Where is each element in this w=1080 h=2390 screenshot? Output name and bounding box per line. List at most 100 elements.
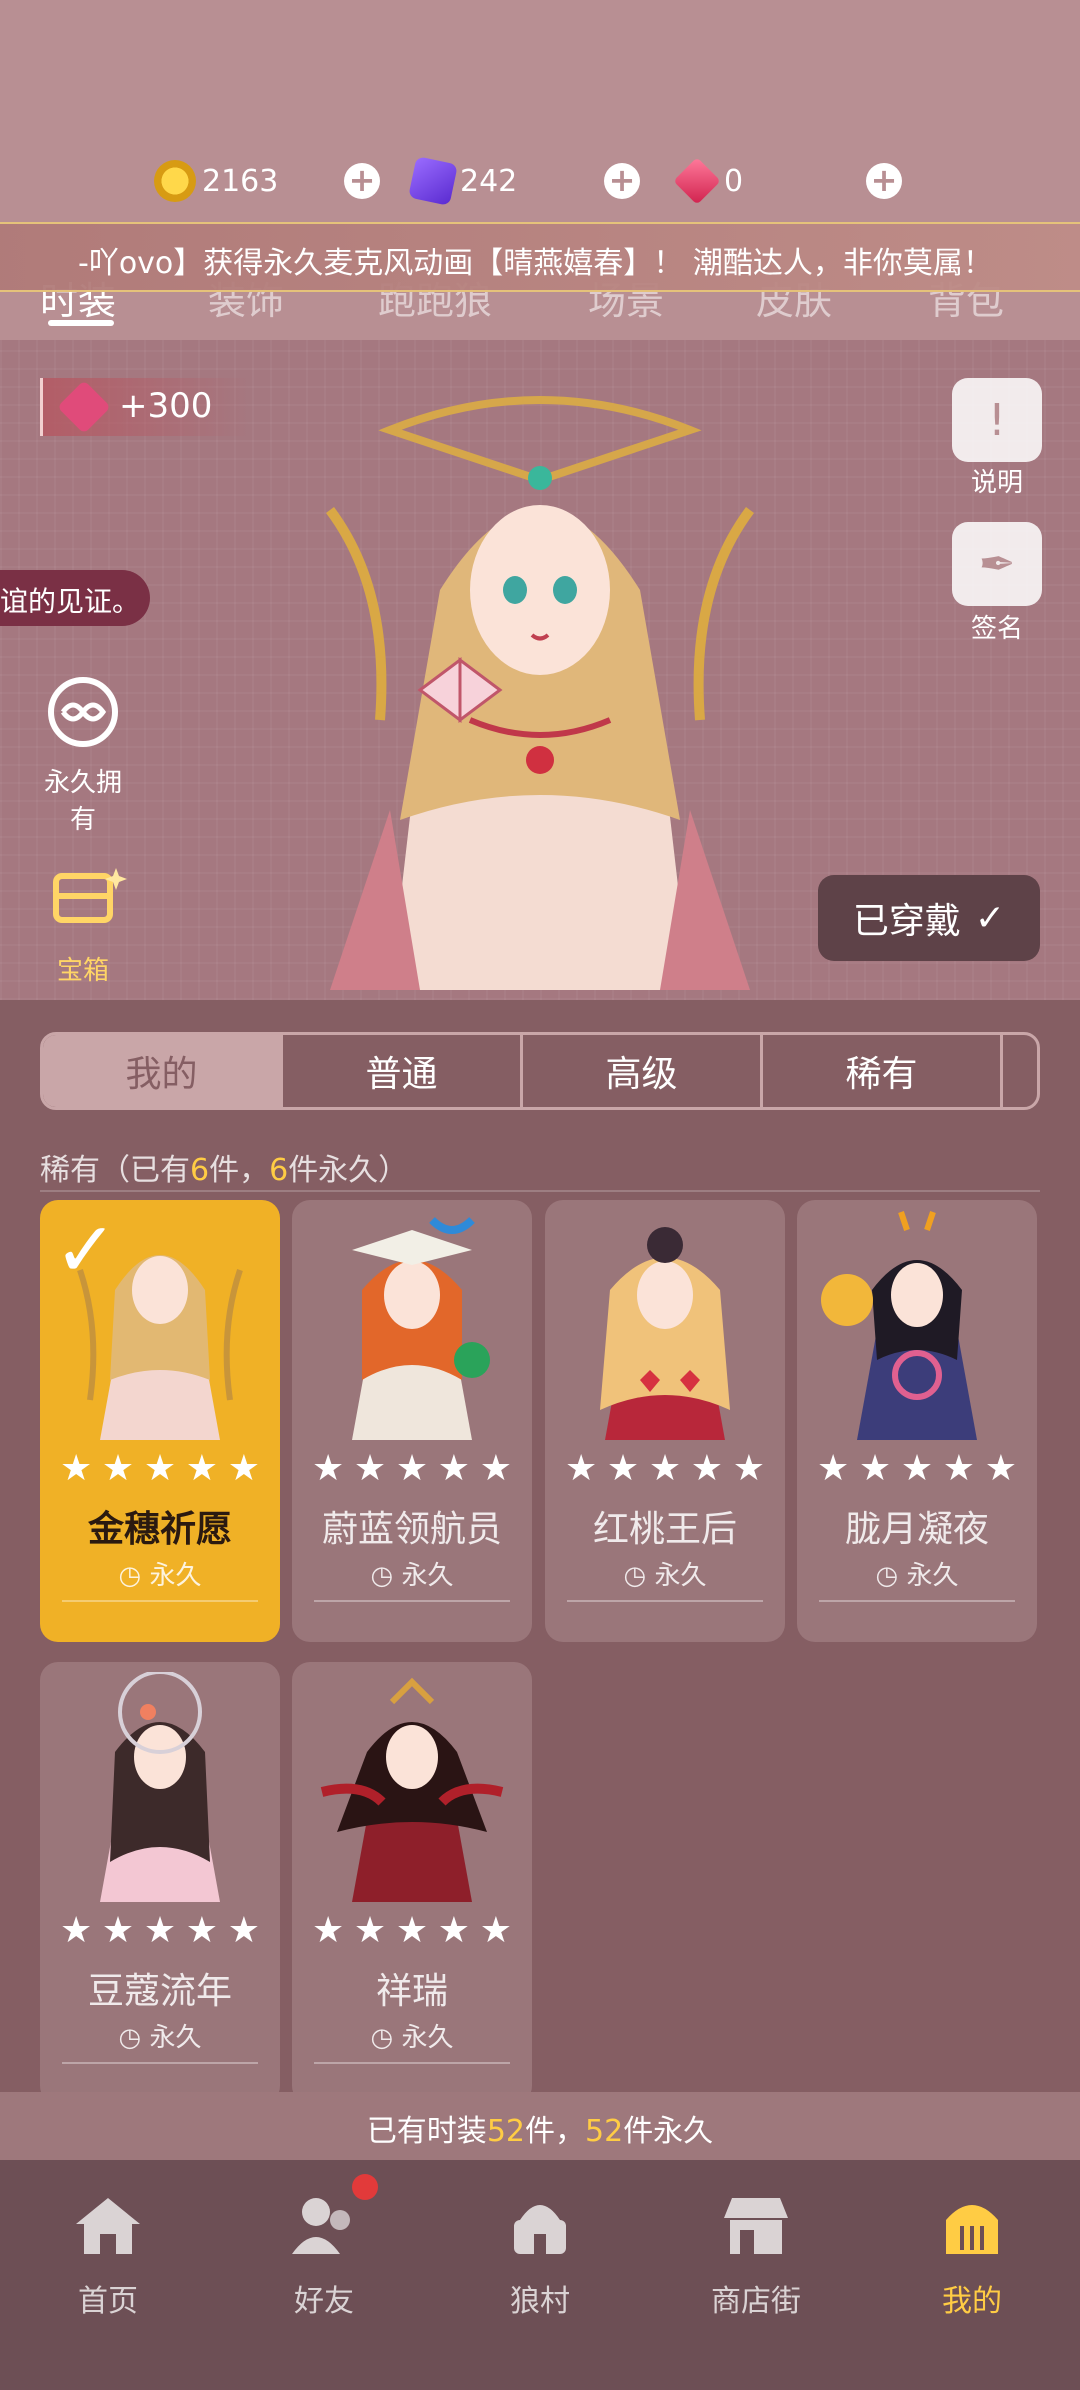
duration-text: 永久 [401, 1561, 454, 1591]
rare-summary-suffix: 件永久） [288, 1153, 409, 1188]
outfit-card[interactable]: ✓ ★ ★ ★ ★ ★ 金穗祈愿 ◷ 永久 [40, 1200, 280, 1642]
clock-icon: ◷ [623, 1561, 655, 1591]
gem-icon [673, 157, 721, 205]
outfit-name: 祥瑞 [375, 1971, 448, 2012]
signature-button[interactable]: ✒ [952, 522, 1042, 606]
summary-perm: 52 [585, 2114, 624, 2149]
nav-mine[interactable]: 我的 [864, 2160, 1080, 2390]
divider [314, 2062, 510, 2064]
chest-button[interactable]: 宝箱 [38, 858, 128, 987]
segment-advanced[interactable]: 高级 [523, 1035, 763, 1107]
outfit-duration: ◷ 永久 [40, 1555, 280, 1592]
shop-icon [724, 2198, 788, 2254]
notification-dot [352, 2174, 378, 2200]
duration-text: 永久 [401, 2023, 454, 2053]
friends-icon [292, 2198, 350, 2254]
active-tab-indicator [48, 320, 114, 326]
selected-check-icon: ✓ [54, 1205, 118, 1294]
worn-label: 已穿戴 [852, 901, 961, 942]
info-button[interactable]: ! [952, 378, 1042, 462]
info-label: 说明 [970, 468, 1023, 498]
gem-balance: 0 [673, 155, 744, 207]
rating-stars: ★ ★ ★ ★ ★ [312, 1910, 512, 1951]
nav-home-label: 首页 [78, 2284, 138, 2319]
card-balance: 242 [408, 155, 518, 207]
signature-label: 签名 [970, 614, 1023, 644]
outfit-name: 红桃王后 [592, 1509, 737, 1550]
outfit-card[interactable]: ★ ★ ★ ★ ★ 祥瑞 ◷ 永久 [292, 1662, 532, 2104]
rating-stars: ★ ★ ★ ★ ★ [565, 1448, 765, 1489]
nav-home[interactable]: 首页 [0, 2160, 216, 2390]
divider [62, 1600, 258, 1602]
clock-icon: ◷ [118, 1561, 150, 1591]
add-cards-button[interactable]: + [604, 163, 640, 199]
summary-total: 52 [486, 2114, 525, 2149]
summary-suffix: 件永久 [623, 2114, 714, 2149]
coin-balance: 2163 [154, 155, 278, 207]
character-illustration [325, 396, 755, 990]
nav-shop-street[interactable]: 商店街 [648, 2160, 864, 2390]
summary-mid: 件， [525, 2114, 585, 2149]
outfit-card[interactable]: ★ ★ ★ ★ ★ 蔚蓝领航员 ◷ 永久 [292, 1200, 532, 1642]
add-gems-button[interactable]: + [866, 163, 902, 199]
segment-mine[interactable]: 我的 [43, 1035, 283, 1107]
coin-icon [154, 160, 196, 202]
rare-owned-count: 6 [190, 1153, 210, 1188]
outfit-card[interactable]: ★ ★ ★ ★ ★ 豆蔻流年 ◷ 永久 [40, 1662, 280, 2104]
rarity-segment-control: 我的 普通 高级 稀有 [40, 1032, 1040, 1110]
outfit-name: 豆蔻流年 [87, 1971, 232, 2012]
outfit-name: 金穗祈愿 [87, 1509, 232, 1550]
outfit-name: 胧月凝夜 [844, 1509, 989, 1550]
clock-icon: ◷ [875, 1561, 907, 1591]
toast-message: 谊的见证。 [0, 570, 150, 626]
outfit-duration: ◷ 永久 [545, 1555, 785, 1592]
home-icon [76, 2198, 140, 2254]
clock-icon: ◷ [370, 1561, 402, 1591]
rare-summary-mid: 件， [209, 1153, 270, 1188]
gem-count: 0 [724, 163, 744, 199]
nav-wolf-village[interactable]: 狼村 [432, 2160, 648, 2390]
clock-icon: ◷ [370, 2023, 402, 2053]
segment-rare[interactable]: 稀有 [763, 1035, 1003, 1107]
divider [314, 1600, 510, 1602]
divider [567, 1600, 763, 1602]
outfit-card[interactable]: ★ ★ ★ ★ ★ 红桃王后 ◷ 永久 [545, 1200, 785, 1642]
toast-text: 谊的见证。 [0, 585, 141, 618]
announcement-banner: -吖ovo】获得永久麦克风动画【晴燕嬉春】！ 潮酷达人，非你莫属！ [0, 222, 1080, 292]
outfit-duration: ◷ 永久 [292, 1555, 532, 1592]
chest-label: 宝箱 [56, 956, 109, 986]
announcement-text: -吖ovo】获得永久麦克风动画【晴燕嬉春】！ 潮酷达人，非你莫属！ [78, 246, 993, 281]
permanent-own-button[interactable]: 永久拥有 [38, 670, 128, 836]
outfit-portrait [600, 1227, 730, 1440]
duration-text: 永久 [149, 2023, 202, 2053]
chest-icon [53, 868, 127, 923]
outfit-duration: ◷ 永久 [292, 2017, 532, 2054]
clock-icon: ◷ [118, 2023, 150, 2053]
pen-icon: ✒ [978, 538, 1016, 590]
summary-prefix: 已有时装 [366, 2114, 487, 2149]
add-coins-button[interactable]: + [344, 163, 380, 199]
outfit-portrait [821, 1211, 977, 1440]
rare-summary-prefix: 稀有（已有 [40, 1153, 190, 1188]
card-count: 242 [460, 163, 518, 199]
gem-bonus-value: +300 [119, 386, 213, 426]
duration-text: 永久 [149, 1561, 202, 1591]
outfit-name: 蔚蓝领航员 [321, 1509, 502, 1550]
nav-friends-label: 好友 [294, 2284, 354, 2319]
purple-card-icon [408, 156, 458, 206]
nav-mine-label: 我的 [942, 2284, 1002, 2319]
infinity-icon [48, 677, 118, 747]
outfit-card[interactable]: ★ ★ ★ ★ ★ 胧月凝夜 ◷ 永久 [797, 1200, 1037, 1642]
nav-wolf-village-label: 狼村 [510, 2284, 570, 2319]
nav-friends[interactable]: 好友 [216, 2160, 432, 2390]
rare-summary: 稀有（已有6件，6件永久） [40, 1145, 408, 1189]
permanent-own-label: 永久拥有 [43, 768, 122, 835]
bottom-navigation: 首页 好友 狼村 商店街 我的 [0, 2160, 1080, 2390]
worn-status-button[interactable]: 已穿戴 ✓ [818, 875, 1040, 961]
collection-summary: 已有时装52件，52件永久 [0, 2092, 1080, 2160]
segment-normal[interactable]: 普通 [283, 1035, 523, 1107]
wardrobe-icon [946, 2205, 998, 2254]
rare-perm-count: 6 [269, 1153, 289, 1188]
rating-stars: ★ ★ ★ ★ ★ [312, 1448, 512, 1489]
outfit-portrait [320, 1677, 504, 1902]
